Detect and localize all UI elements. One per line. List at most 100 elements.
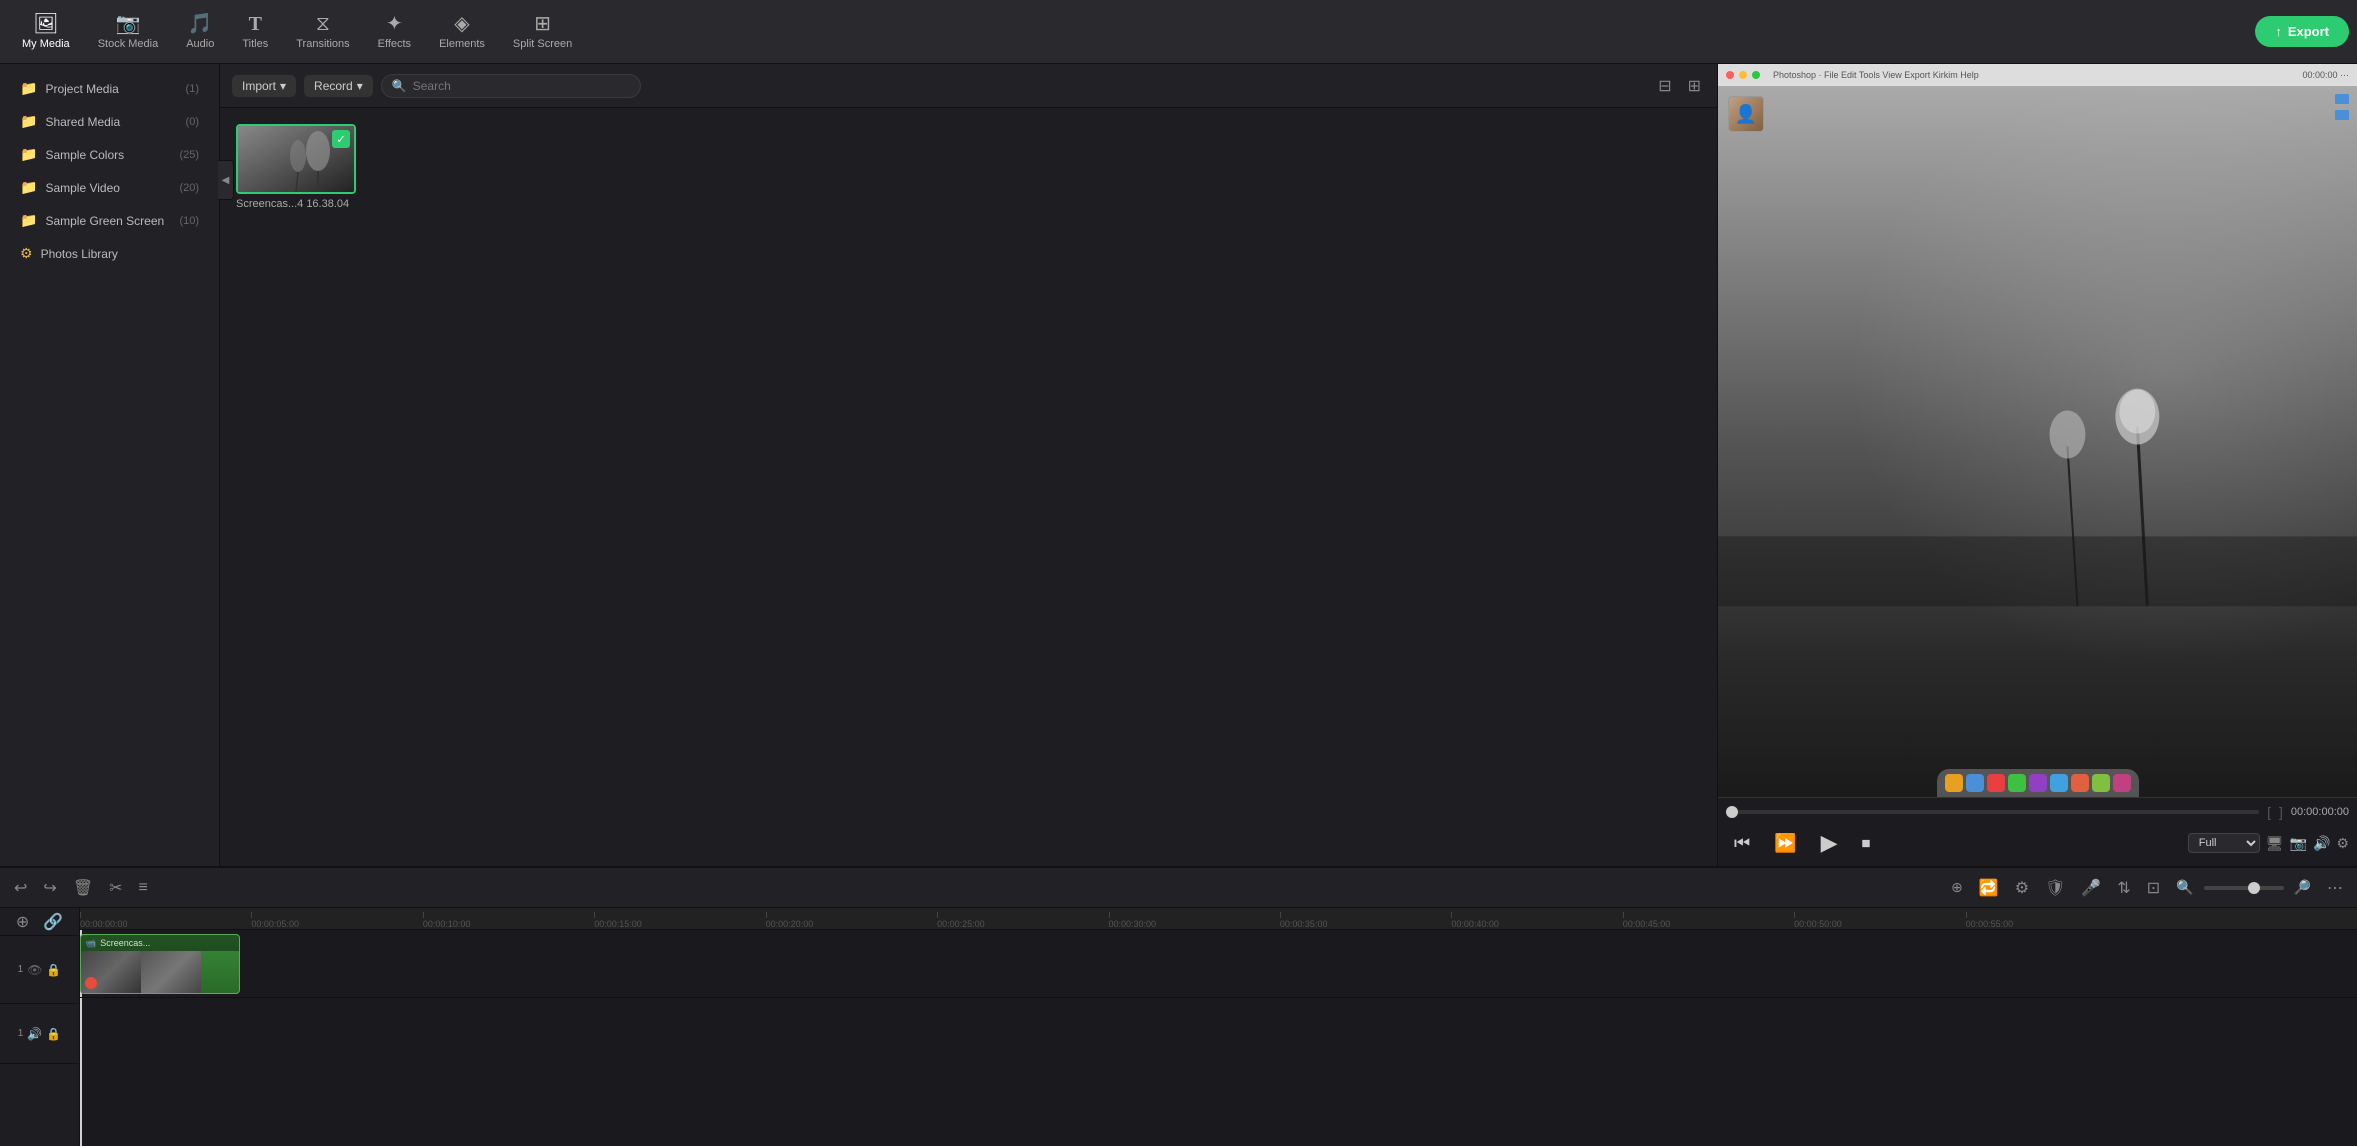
shield-btn[interactable]: 🛡 (2039, 874, 2071, 902)
nav-split-screen-label: Split Screen (513, 38, 572, 50)
right-control-icons: Full Half Quarter 🖥 📷 🔊 ⚙ (2188, 833, 2349, 853)
monitor-icon: 🖥 (2266, 835, 2284, 851)
add-media-button[interactable]: ⊕ (1945, 875, 1969, 900)
mic-btn[interactable]: 🎤 (2075, 874, 2107, 902)
folder-icon-video: 📁 (20, 179, 37, 196)
dock-icon-9 (2113, 774, 2131, 792)
sidebar-collapse-btn[interactable]: ◀ (218, 160, 234, 200)
nav-split-screen[interactable]: ⊞ Split Screen (499, 10, 586, 54)
timeline-ruler[interactable]: 00:00:00:0000:00:05:0000:00:10:0000:00:1… (80, 908, 2357, 930)
search-icon: 🔍 (392, 79, 407, 93)
play-button[interactable]: ▶ (1813, 826, 1846, 860)
add-track-button[interactable]: ⊕ (12, 910, 33, 934)
ruler-mark: 00:00:55:00 (1966, 912, 2014, 929)
nav-audio[interactable]: 🎵 Audio (172, 10, 228, 54)
search-box[interactable]: 🔍 (381, 74, 641, 98)
volume-icon: 🔊 (2313, 835, 2330, 851)
more-button[interactable]: ≡ (133, 875, 154, 901)
dock-icon-2 (1966, 774, 1984, 792)
sidebar-label-shared-media: Shared Media (45, 115, 120, 129)
export-button[interactable]: ↑ Export (2255, 16, 2349, 47)
loop-button[interactable]: 🔁 (1973, 874, 2005, 902)
link-button[interactable]: 🔗 (39, 910, 67, 934)
import-button[interactable]: Import ▾ (232, 75, 296, 97)
nav-audio-label: Audio (186, 38, 214, 50)
sidebar-item-sample-video[interactable]: 📁 Sample Video (20) (6, 172, 213, 203)
undo-icon: ↩ (14, 880, 27, 897)
ruler-mark: 00:00:00:00 (80, 912, 128, 929)
dock-icon-4 (2008, 774, 2026, 792)
folder-icon-green-screen: 📁 (20, 212, 37, 229)
nav-stock-media[interactable]: 📷 Stock Media (84, 10, 173, 54)
sync-btn[interactable]: ⇅ (2111, 874, 2136, 902)
clip-thumbnails (81, 951, 239, 993)
settings-timeline-btn[interactable]: ⚙ (2009, 874, 2035, 902)
mute-icon: 🔊 (27, 1027, 42, 1041)
sidebar-item-photos-library[interactable]: ⚙ Photos Library (6, 238, 213, 269)
zoom-slider[interactable] (2204, 886, 2284, 890)
mac-dock (1937, 769, 2139, 797)
sidebar-count-sample-colors: (25) (179, 149, 199, 161)
progress-track[interactable] (1726, 810, 2259, 814)
timeline-toolbar: ↩ ↪ 🗑 ✂ ≡ ⊕ 🔁 ⚙ 🛡 🎤 ⇅ (0, 868, 2357, 908)
video-lock-icon: 🔒 (46, 963, 61, 977)
nav-elements[interactable]: ◈ Elements (425, 10, 499, 54)
window-time-bar: 00:00:00 ··· (2302, 70, 2349, 80)
zoom-in-button[interactable]: 🔎 (2288, 875, 2317, 901)
nav-titles[interactable]: T Titles (228, 10, 282, 54)
camera-icon-btn[interactable]: 📷 (2290, 835, 2307, 852)
redo-button[interactable]: ↪ (37, 874, 62, 902)
sidebar-item-sample-green-screen[interactable]: 📁 Sample Green Screen (10) (6, 205, 213, 236)
stop-button[interactable]: ⏹ (1854, 829, 1879, 858)
sidebar-label-sample-green-screen: Sample Green Screen (45, 214, 164, 228)
add-media-icon: ⊕ (1951, 879, 1963, 895)
view-toggle-button[interactable]: ⊞ (1684, 72, 1705, 100)
prev-frame-button[interactable]: ⏮ (1726, 829, 1758, 858)
quality-select[interactable]: Full Half Quarter (2188, 833, 2260, 853)
dock-icon-7 (2071, 774, 2089, 792)
zoom-thumb[interactable] (2248, 882, 2260, 894)
audio-track-label: 1 🔊 🔒 (0, 1004, 79, 1064)
mac-close-dot (1726, 71, 1734, 79)
video-clip[interactable]: 📹 Screencas... (80, 934, 240, 994)
top-navigation: 🖼 My Media 📷 Stock Media 🎵 Audio T Title… (0, 0, 2357, 64)
cut-button[interactable]: ✂ (103, 874, 128, 902)
chevron-left-icon: ◀ (222, 175, 230, 186)
ruler-mark: 00:00:25:00 (937, 912, 985, 929)
photos-library-icon: ⚙ (20, 245, 33, 262)
cut-icon: ✂ (109, 880, 122, 897)
content-toolbar: Import ▾ Record ▾ 🔍 ⊟ ⊞ (220, 64, 1717, 108)
nav-my-media[interactable]: 🖼 My Media (8, 10, 84, 54)
zoom-out-button[interactable]: 🔍 (2170, 875, 2199, 901)
clip-type-icon: 📹 (85, 938, 96, 949)
ruler-mark: 00:00:20:00 (766, 912, 814, 929)
record-button[interactable]: Record ▾ (304, 75, 373, 97)
sidebar-item-project-media[interactable]: 📁 Project Media (1) (6, 73, 213, 104)
search-input[interactable] (413, 79, 630, 93)
effects-icon: ✦ (386, 14, 403, 34)
screenshot-icon: ⊡ (2147, 880, 2160, 897)
sidebar-item-shared-media[interactable]: 📁 Shared Media (0) (6, 106, 213, 137)
stock-media-icon: 📷 (116, 14, 141, 34)
nav-effects[interactable]: ✦ Effects (364, 10, 425, 54)
step-forward-button[interactable]: ⏩ (1766, 829, 1804, 858)
sidebar-count-sample-green-screen: (10) (179, 215, 199, 227)
delete-button[interactable]: 🗑 (67, 874, 99, 902)
zoom-out-icon: 🔍 (2176, 879, 2193, 895)
sidebar-label-sample-video: Sample Video (45, 181, 120, 195)
progress-thumb[interactable] (1726, 806, 1738, 818)
overflow-btn[interactable]: ⋯ (2321, 874, 2349, 902)
undo-button[interactable]: ↩ (8, 874, 33, 902)
monitor-icon-btn[interactable]: 🖥 (2266, 835, 2284, 852)
filter-button[interactable]: ⊟ (1654, 72, 1675, 100)
sidebar-item-sample-colors[interactable]: 📁 Sample Colors (25) (6, 139, 213, 170)
settings-icon-btn[interactable]: ⚙ (2336, 835, 2349, 852)
volume-icon-btn[interactable]: 🔊 (2313, 835, 2330, 852)
nav-transitions[interactable]: ⧖ Transitions (282, 10, 363, 54)
nav-elements-label: Elements (439, 38, 485, 50)
folder-icon-shared: 📁 (20, 113, 37, 130)
screenshot-btn[interactable]: ⊡ (2141, 874, 2166, 902)
media-item-screencas[interactable]: ✓ Screencas...4 16.38.04 (236, 124, 366, 210)
play-icon: ▶ (1821, 830, 1838, 855)
nature-background: 👤 (1718, 86, 2357, 797)
